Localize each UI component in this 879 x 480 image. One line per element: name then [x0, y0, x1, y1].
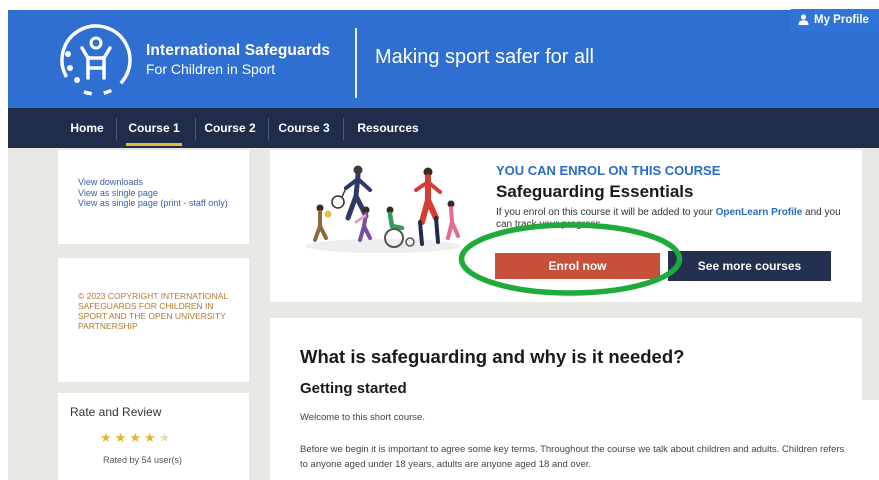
article-paragraph: Before we begin it is important to agree…: [300, 444, 845, 470]
nav-divider: [268, 118, 269, 140]
view-single-page-link[interactable]: View as single page: [78, 188, 249, 199]
view-single-page-print-link[interactable]: View as single page (print - staff only): [78, 198, 249, 209]
main-nav: Home Course 1 Course 2 Course 3 Resource…: [8, 108, 879, 148]
nav-divider: [343, 118, 344, 140]
star-icon[interactable]: ★: [129, 430, 144, 445]
sidebar-links-panel: View downloads View as single page View …: [58, 150, 249, 244]
nav-item-resources[interactable]: Resources: [348, 108, 428, 148]
course-description-start: If you enrol on this course it will be a…: [496, 207, 716, 218]
openlearn-profile-link[interactable]: OpenLearn Profile: [716, 207, 803, 218]
star-empty-icon[interactable]: ★: [159, 430, 174, 445]
sports-children-illustration: [305, 165, 461, 253]
my-profile-label: My Profile: [814, 14, 869, 26]
tagline: Making sport safer for all: [375, 46, 594, 68]
course-title: Safeguarding Essentials: [496, 182, 694, 201]
site-header: International Safeguards For Children in…: [8, 10, 879, 108]
rated-count: Rated by 54 user(s): [103, 455, 183, 465]
article-heading: What is safeguarding and why is it neede…: [300, 346, 685, 367]
nav-item-course-3[interactable]: Course 3: [271, 108, 337, 148]
article-paragraph: Welcome to this short course.: [300, 412, 425, 423]
nav-divider: [195, 118, 196, 140]
my-profile-button[interactable]: My Profile: [790, 9, 879, 31]
user-icon: [798, 14, 809, 25]
page: International Safeguards For Children in…: [0, 0, 879, 480]
rate-review-panel: Rate and Review ★★★★★ Rated by 54 user(s…: [58, 393, 249, 480]
highlight-ring: [458, 222, 683, 296]
star-icon[interactable]: ★: [115, 430, 130, 445]
article-panel: What is safeguarding and why is it neede…: [270, 318, 862, 480]
copyright-panel: © 2023 COPYRIGHT INTERNATIONAL SAFEGUARD…: [58, 258, 249, 382]
right-edge: [862, 400, 879, 480]
brand-name[interactable]: International Safeguards For Children in…: [146, 42, 330, 77]
header-divider: [355, 28, 357, 98]
star-icon[interactable]: ★: [100, 430, 115, 445]
brand-line-1: International Safeguards: [146, 42, 331, 59]
star-icon[interactable]: ★: [144, 430, 159, 445]
star-rating[interactable]: ★★★★★: [100, 430, 173, 446]
view-downloads-link[interactable]: View downloads: [78, 177, 249, 188]
nav-item-course-2[interactable]: Course 2: [197, 108, 263, 148]
safeguards-logo-icon[interactable]: [60, 24, 132, 96]
nav-divider: [116, 118, 117, 140]
rate-review-title: Rate and Review: [70, 405, 162, 419]
copyright-text: © 2023 COPYRIGHT INTERNATIONAL SAFEGUARD…: [78, 291, 228, 331]
enrol-kicker: YOU CAN ENROL ON THIS COURSE: [496, 163, 721, 178]
see-more-courses-button[interactable]: See more courses: [668, 251, 831, 281]
nav-item-home[interactable]: Home: [64, 108, 110, 148]
article-subheading: Getting started: [300, 380, 407, 397]
nav-item-course-1[interactable]: Course 1: [118, 108, 190, 148]
brand-line-2: For Children in Sport: [146, 61, 276, 77]
